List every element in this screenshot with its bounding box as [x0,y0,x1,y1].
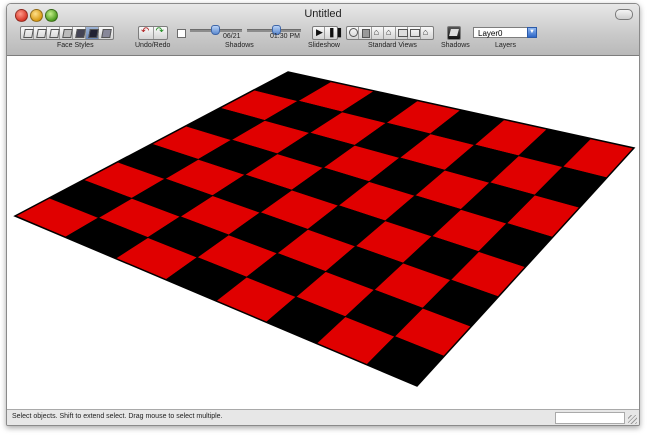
app-window: Untitled Face Styles ↶ ↷ Undo/Redo 06/21… [6,3,640,426]
date-value: 06/21 [223,33,241,40]
undo-icon: ↶ [141,26,150,37]
shaded-icon [62,29,73,38]
layers-label: Layers [495,42,517,49]
right-view-button[interactable]: ⌂ [384,27,397,39]
shadows-checkbox[interactable] [177,29,186,38]
house-back-icon [398,29,409,37]
monochrome-style-button[interactable] [86,27,99,39]
status-message: Select objects. Shift to extend select. … [12,413,223,420]
layer-value: Layer0 [478,29,503,38]
top-view-icon [362,29,371,38]
measurements-field[interactable] [555,412,625,424]
window-title: Untitled [304,8,342,20]
shadow-icon [449,29,459,36]
house-right-icon: ⌂ [385,27,392,37]
standard-views-control: ⌂ ⌂ ⌂ [346,26,434,40]
play-icon: ▶ [316,27,323,37]
monochrome-icon [88,29,99,38]
time-value: 01:30 PM [270,33,300,40]
undo-button[interactable]: ↶ [139,26,154,39]
face-styles-control [20,26,114,40]
date-slider-knob[interactable] [211,25,220,35]
chevron-down-icon: ▼ [527,27,537,38]
redo-icon: ↷ [155,26,164,37]
play-button[interactable]: ▶ [313,27,326,39]
face-styles-label: Face Styles [57,42,94,49]
house-left-icon [410,29,421,37]
front-view-button[interactable]: ⌂ [372,27,384,39]
toolbar-toggle-button[interactable] [615,9,633,20]
shadows-slider-label: Shadows [225,42,254,49]
slideshow-control: ▶ ❚❚ [312,26,343,40]
xray-icon [23,29,34,38]
hidden-line-style-button[interactable] [47,27,60,39]
standard-views-label: Standard Views [368,42,417,49]
house-bottom-icon: ⌂ [422,27,429,37]
layer-select[interactable]: Layer0 ▼ [473,27,537,38]
undo-redo-label: Undo/Redo [135,42,171,49]
shaded-textures-icon [75,29,86,38]
pause-icon: ❚❚ [328,27,344,37]
xray-style-button[interactable] [21,27,34,39]
resize-grip[interactable] [628,415,637,424]
back-view-button[interactable] [396,27,409,39]
color-style-button[interactable] [99,27,112,39]
shadows-button-label: Shadows [441,42,470,49]
left-view-button[interactable] [408,27,421,39]
wireframe-icon [36,29,47,38]
house-front-icon: ⌂ [373,27,380,37]
drawing-viewport[interactable] [7,56,639,409]
iso-view-button[interactable] [347,27,360,39]
top-view-button[interactable] [359,27,372,39]
shadows-toggle-button[interactable] [447,26,461,40]
pause-button[interactable]: ❚❚ [325,27,343,39]
shaded-style-button[interactable] [60,27,73,39]
color-icon [101,29,112,38]
wireframe-style-button[interactable] [34,27,47,39]
status-bar: Select objects. Shift to extend select. … [7,409,639,425]
shaded-textures-style-button[interactable] [73,27,86,39]
hidden-line-icon [49,29,60,38]
checkerboard-model[interactable] [7,56,639,409]
undo-redo-control: ↶ ↷ [138,26,168,40]
bottom-view-button[interactable]: ⌂ [421,27,433,39]
slideshow-label: Slideshow [308,42,340,49]
title-bar: Untitled Face Styles ↶ ↷ Undo/Redo 06/21… [7,4,639,56]
redo-button[interactable]: ↷ [154,26,168,39]
iso-view-icon [349,28,358,37]
